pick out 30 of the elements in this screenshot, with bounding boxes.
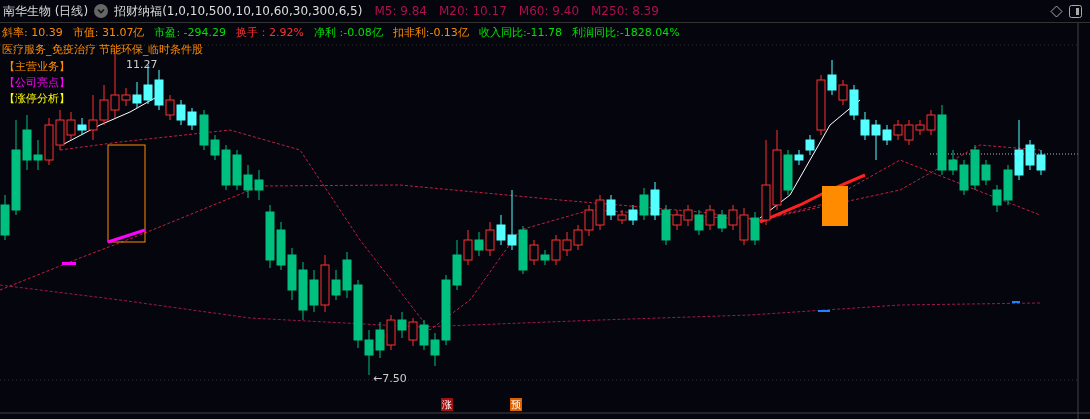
panel-toggle-icon[interactable] (1069, 4, 1082, 18)
moving-average-value: M20: 10.17 (438, 4, 507, 18)
metric-text: 净利 :-0.08亿 (314, 25, 383, 40)
indicator-name[interactable]: 招财纳福(1,0,10,500,10,10,60,30,300,6,5) (114, 2, 363, 20)
concept-tags: 医疗服务_免疫治疗 节能环保_临时条件股 (2, 42, 204, 57)
section-link[interactable]: 【公司亮点】 (4, 75, 70, 91)
metric-text: 斜率: 10.39 (2, 25, 63, 40)
diamond-icon[interactable] (1050, 4, 1063, 18)
dropdown-icon[interactable] (94, 4, 109, 18)
low-price-label: ←7.50 (373, 372, 407, 385)
section-link[interactable]: 【主营业务】 (4, 59, 70, 75)
stock-title: 南华生物 (日线) (3, 2, 89, 20)
metric-text: 扣非利:-0.13亿 (392, 25, 469, 40)
high-price-label: 11.27 (126, 58, 158, 71)
metric-text: 市值: 31.07亿 (72, 25, 145, 40)
metric-text: 换手：2.92% (236, 25, 305, 40)
signal-mark (1012, 301, 1020, 303)
metric-text: 收入同比:-11.78 (478, 25, 563, 40)
moving-average-value: M60: 9.40 (518, 4, 579, 18)
moving-average-value: M5: 9.84 (374, 4, 427, 18)
signal-mark (62, 262, 76, 265)
signal-mark (818, 310, 830, 312)
moving-average-value: M250: 8.39 (591, 4, 659, 18)
signal-marker: 预 (510, 398, 522, 411)
signal-line (107, 228, 146, 244)
signal-bar (822, 186, 848, 226)
metric-text: 利润同比:-1828.04% (572, 25, 680, 40)
signal-marker: 涨 (441, 398, 453, 411)
metric-text: 市盈: -294.29 (154, 25, 227, 40)
section-link[interactable]: 【涨停分析】 (4, 91, 70, 107)
